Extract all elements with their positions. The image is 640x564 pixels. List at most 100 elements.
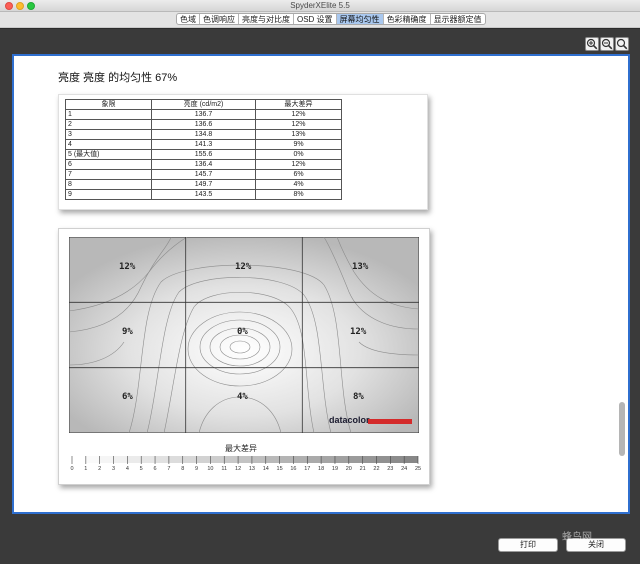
tab-1[interactable]: 色调响应 xyxy=(200,14,239,24)
table-cell: 3 xyxy=(65,129,152,140)
table-cell: 9% xyxy=(255,139,342,150)
table-cell: 6 xyxy=(65,159,152,170)
legend-tick-label: 24 xyxy=(401,466,408,472)
legend-swatch xyxy=(99,456,114,463)
table-row: 3 134.8 13% xyxy=(65,129,342,140)
table-row: 7 145.7 6% xyxy=(65,169,342,180)
map-cell-value: 6% xyxy=(122,392,133,402)
map-cell-value: 12% xyxy=(350,327,367,337)
legend-swatch xyxy=(224,456,239,463)
map-cell-value: 4% xyxy=(237,392,248,402)
legend-swatch xyxy=(72,456,86,463)
legend-tick-label: 17 xyxy=(304,466,311,472)
legend-tick-label: 20 xyxy=(345,466,352,472)
legend-tick-label: 15 xyxy=(276,466,283,472)
legend-swatch xyxy=(334,456,349,463)
map-cell-value: 8% xyxy=(353,392,364,402)
legend-swatch xyxy=(127,456,142,463)
legend-tick-label: 18 xyxy=(318,466,325,472)
table-row: 6 136.4 12% xyxy=(65,159,342,170)
legend-swatch xyxy=(141,456,156,463)
table-cell: 136.4 xyxy=(151,159,256,170)
legend-tick-label: 23 xyxy=(387,466,394,472)
legend-swatch xyxy=(251,456,266,463)
tab-3[interactable]: OSD 设置 xyxy=(294,14,337,24)
uniformity-table-card: 象限 亮度 (cd/m2) 最大差异 1 136.7 12% 2 136.6 12% 3 13… xyxy=(58,94,428,210)
tab-2[interactable]: 亮度与对比度 xyxy=(239,14,294,24)
legend-swatch xyxy=(362,456,377,463)
legend-swatch xyxy=(307,456,322,463)
title-bar: SpyderXElite 5.5 xyxy=(0,0,640,12)
table-cell: 134.8 xyxy=(151,129,256,140)
table-cell: 8 xyxy=(65,179,152,190)
uniformity-map-card: 12% 12% 13% 9% 0% 12% 6% 4% 8% datacolor… xyxy=(58,228,430,485)
tab-6[interactable]: 显示器额定值 xyxy=(431,14,485,24)
table-cell: 5 (最大值) xyxy=(65,149,152,160)
table-cell: 6% xyxy=(255,169,342,180)
table-cell: 4% xyxy=(255,179,342,190)
table-row: 8 149.7 4% xyxy=(65,179,342,190)
watermark: 蜂鸟网 xyxy=(562,532,592,543)
legend-swatch xyxy=(279,456,294,463)
legend-tick-label: 16 xyxy=(290,466,297,472)
legend-swatch xyxy=(376,456,391,463)
table-cell: 12% xyxy=(255,109,342,120)
legend-tick-label: 12 xyxy=(235,466,242,472)
legend-swatch xyxy=(85,456,100,463)
zoom-out-icon[interactable] xyxy=(600,37,614,51)
table-row: 9 143.5 8% xyxy=(65,189,342,200)
table-row: 2 136.6 12% xyxy=(65,119,342,130)
zoom-in-icon[interactable] xyxy=(585,37,599,51)
legend-tick-label: 4 xyxy=(125,466,129,472)
table-cell: 2 xyxy=(65,119,152,130)
legend-tick-label: 10 xyxy=(207,466,214,472)
legend-tick-label: 13 xyxy=(248,466,255,472)
legend-swatch xyxy=(390,456,405,463)
segmented-tabs: 色域 色调响应 亮度与对比度 OSD 设置 屏幕均匀性 色彩精确度 显示器额定值 xyxy=(176,13,486,25)
report-title: 亮度 亮度 的均匀性 67% xyxy=(58,72,178,84)
table-cell: 13% xyxy=(255,129,342,140)
table-cell: 8% xyxy=(255,189,342,200)
table-cell: 4 xyxy=(65,139,152,150)
map-cell-value: 0% xyxy=(237,327,248,337)
legend-tick-label: 11 xyxy=(221,466,228,472)
table-cell: 12% xyxy=(255,119,342,130)
legend-tick-label: 19 xyxy=(331,466,339,472)
table-row: 4 141.3 9% xyxy=(65,139,342,150)
map-cell-value: 12% xyxy=(119,262,136,272)
tab-bar: 色域 色调响应 亮度与对比度 OSD 设置 屏幕均匀性 色彩精确度 显示器额定值 xyxy=(0,12,640,28)
table-cell: 9 xyxy=(65,189,152,200)
legend-tick-label: 5 xyxy=(139,466,143,472)
tab-5[interactable]: 色彩精确度 xyxy=(384,14,431,24)
tab-0[interactable]: 色域 xyxy=(177,14,200,24)
table-header: 最大差异 xyxy=(255,99,342,110)
legend-tick-label: 7 xyxy=(167,466,171,472)
legend-swatch xyxy=(404,456,418,463)
table-header-row: 象限 亮度 (cd/m2) 最大差异 xyxy=(65,99,342,110)
table-cell: 141.3 xyxy=(151,139,256,150)
table-cell: 143.5 xyxy=(151,189,256,200)
vertical-scrollbar[interactable] xyxy=(619,402,625,456)
legend-scale xyxy=(71,456,419,464)
map-cell-value: 9% xyxy=(122,327,133,337)
legend-swatch xyxy=(155,456,169,463)
legend-tick-label: 9 xyxy=(195,466,199,472)
legend-tick-label: 21 xyxy=(359,466,366,472)
tab-4[interactable]: 屏幕均匀性 xyxy=(336,14,384,24)
table-cell: 7 xyxy=(65,169,152,180)
map-cell-value: 12% xyxy=(235,262,252,272)
legend-swatch xyxy=(168,456,183,463)
legend-tick-label: 6 xyxy=(153,466,157,472)
datacolor-logo-bar xyxy=(368,419,412,424)
table-cell: 155.6 xyxy=(151,149,256,160)
print-button[interactable]: 打印 xyxy=(498,538,558,552)
window-title: SpyderXElite 5.5 xyxy=(290,1,350,10)
report-page: 亮度 亮度 的均匀性 67% 象限 亮度 (cd/m2) 最大差异 1 136.7… xyxy=(12,54,630,514)
table-row: 1 136.7 12% xyxy=(65,109,342,120)
legend-swatch xyxy=(210,456,225,463)
legend-tick-label: 14 xyxy=(262,466,269,472)
table-header: 亮度 (cd/m2) xyxy=(151,99,256,110)
datacolor-logo: datacolor xyxy=(329,415,370,425)
zoom-reset-icon[interactable] xyxy=(615,37,629,51)
legend-swatch xyxy=(348,456,363,463)
